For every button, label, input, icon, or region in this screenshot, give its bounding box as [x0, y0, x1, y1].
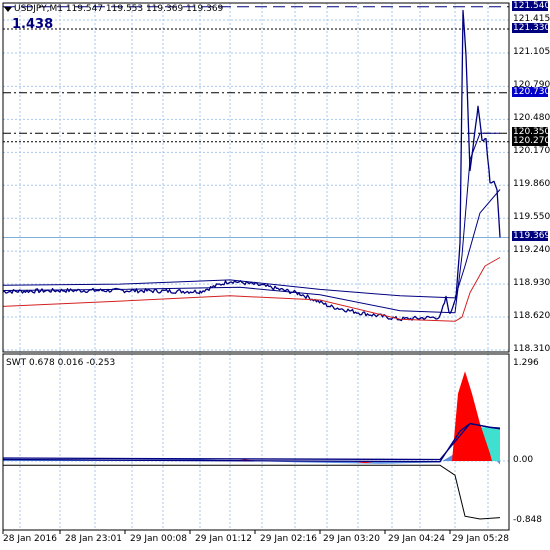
price-line [2, 9, 501, 322]
swt-indicator [2, 371, 501, 520]
horizontal-level-lines [3, 6, 509, 238]
price-pane-border [2, 2, 510, 353]
price-marker-label: 121.540 [512, 0, 550, 11]
price-marker-label: 119.369 [512, 231, 550, 242]
time-axis-label: 29 Jan 03:20 [323, 534, 380, 544]
time-axis-label: 29 Jan 01:12 [195, 534, 252, 544]
ma-slow-line [2, 189, 501, 299]
price-axis-label: 119.240 [513, 245, 550, 256]
big-value-label: 1.438 [12, 17, 54, 32]
price-marker-label: 120.270 [512, 135, 550, 146]
time-axis-label: 29 Jan 00:08 [130, 534, 187, 544]
price-axis-label: 118.620 [513, 311, 550, 322]
price-axis-label: 119.860 [513, 179, 550, 190]
price-axis-label: 120.170 [513, 146, 550, 157]
dropdown-triangle-icon[interactable] [4, 7, 12, 12]
price-axis-label: 118.930 [513, 278, 550, 289]
price-axis-label: 118.310 [513, 344, 550, 354]
price-axis-label: 119.550 [513, 212, 550, 223]
time-axis-label: 29 Jan 05:28 [452, 534, 509, 544]
histogram-red [452, 371, 492, 461]
time-axis-label: 28 Jan 2016 [3, 534, 57, 544]
price-marker-label: 121.330 [512, 23, 550, 34]
chart-canvas[interactable] [0, 0, 550, 550]
price-axis-label: 121.105 [513, 46, 550, 57]
time-axis-label: 29 Jan 02:16 [260, 534, 317, 544]
price-marker-label: 120.730 [512, 86, 550, 97]
indicator-axis-label: -0.848 [513, 515, 543, 525]
time-axis-label: 28 Jan 23:01 [65, 534, 122, 544]
ma-fast-line [2, 132, 500, 314]
price-series [2, 9, 501, 322]
symbol-header: USDJPY,M1 119.547 119.553 119.369 119.36… [14, 4, 224, 14]
time-axis-label: 29 Jan 04:24 [388, 534, 445, 544]
chart-frame [2, 2, 510, 534]
indicator-pane-border [2, 353, 510, 531]
indicator-lower-band [3, 464, 501, 520]
indicator-line [2, 422, 501, 463]
indicator-axis-label: 1.296 [513, 358, 539, 368]
indicator-signal-line [2, 422, 501, 461]
price-axis-label: 120.480 [513, 113, 550, 124]
indicator-axis-label: 0.00 [513, 455, 534, 465]
chart-grid [3, 3, 509, 530]
indicator-header: SWT 0.678 0.016 -0.253 [6, 358, 116, 368]
